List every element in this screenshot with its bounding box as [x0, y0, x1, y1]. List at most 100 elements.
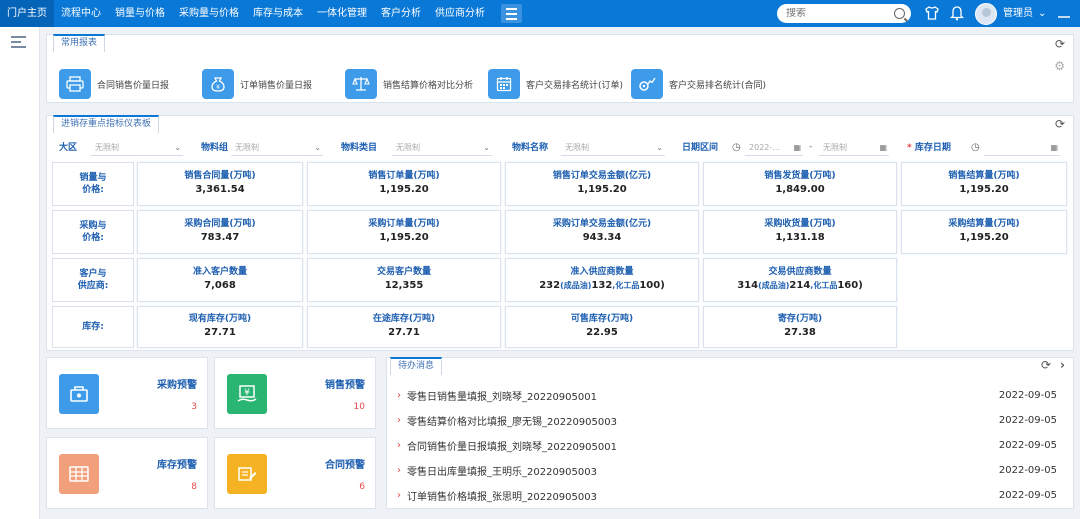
metric-card[interactable]: 采购订单交易金额(亿元) 943.34 [505, 210, 699, 254]
metric-title: 寄存(万吨) [777, 314, 823, 324]
metric-value: 232 [539, 280, 561, 291]
chevron-down-icon[interactable]: ⌄ [1038, 0, 1046, 27]
todo-item[interactable]: › 合同销售价量日报填报_刘晓琴_20220905001 2022-09-05 [397, 434, 1057, 456]
row-label-customer-supplier: 客户与 供应商: [52, 258, 134, 302]
svg-text:¥: ¥ [216, 84, 220, 91]
minimize-icon[interactable] [1057, 4, 1071, 25]
warning-card-sales[interactable]: ¥ 销售预警 10 [214, 357, 376, 429]
refresh-icon[interactable]: ⟳ [1055, 37, 1065, 51]
todo-panel: 待办消息 ⟳ › › 零售日销售量填报_刘晓琴_20220905001 2022-0… [386, 357, 1074, 509]
metric-card[interactable]: 可售库存(万吨) 22.95 [505, 306, 699, 348]
chevron-right-icon: › [397, 389, 401, 401]
chevron-down-icon: ⌄ [483, 143, 490, 152]
metric-card[interactable]: 交易客户数量 12,355 [307, 258, 501, 302]
metric-title: 准入供应商数量 [570, 267, 634, 277]
chevron-right-icon: › [397, 489, 401, 501]
metric-sub-label: (成品油) [560, 281, 592, 290]
row-label-line: 价格: [82, 233, 104, 243]
todo-item[interactable]: › 零售日销售量填报_刘晓琴_20220905001 2022-09-05 [397, 384, 1057, 406]
search-box [777, 4, 911, 23]
warning-count: 6 [359, 482, 365, 492]
metric-sub-label: ,化工品 [612, 281, 640, 290]
metric-card[interactable]: 采购收货量(万吨) 1,131.18 [703, 210, 897, 254]
tab-dashboard[interactable]: 进销存重点指标仪表板 [53, 115, 160, 133]
warning-card-purchase[interactable]: 采购预警 3 [46, 357, 208, 429]
svg-text:¥: ¥ [244, 388, 250, 398]
material-name-select[interactable]: 无限制 ⌄ [561, 140, 665, 156]
date-range-separator: - [809, 142, 813, 152]
nav-item-purchase-price[interactable]: 采购量与价格 [172, 0, 246, 27]
filter-label-region: 大区 [59, 143, 78, 153]
sidebar-toggle-icon[interactable] [11, 36, 26, 48]
tab-todo[interactable]: 待办消息 [390, 357, 443, 375]
metric-title: 采购收货量(万吨) [764, 219, 836, 229]
refresh-icon[interactable]: ⟳ [1055, 117, 1065, 131]
metric-card[interactable]: 销售订单量(万吨) 1,195.20 [307, 162, 501, 206]
date-start-input[interactable]: 2022-... ▦ [745, 140, 803, 156]
more-menu-button[interactable] [501, 4, 522, 23]
search-icon[interactable] [894, 8, 905, 19]
refresh-icon[interactable]: ⟳ [1041, 358, 1051, 372]
metric-card[interactable]: 销售发货量(万吨) 1,849.00 [703, 162, 897, 206]
report-customer-rank-contract[interactable]: 客户交易排名统计(合同) [631, 69, 766, 99]
top-navigation-bar: 门户主页 流程中心 销量与价格 采购量与价格 库存与成本 一体化管理 客户分析 … [0, 0, 1080, 27]
search-input[interactable] [786, 8, 886, 19]
chevron-down-icon: ⌄ [314, 143, 321, 152]
metric-title: 采购订单交易金额(亿元) [552, 219, 652, 229]
chevron-right-icon[interactable]: › [1060, 358, 1065, 372]
nav-item-supplier-analysis[interactable]: 供应商分析 [428, 0, 492, 27]
warning-card-contract[interactable]: 合同预警 6 [214, 437, 376, 509]
settings-gear-icon[interactable]: ⚙ [1054, 59, 1065, 73]
metric-card[interactable]: 采购订单量(万吨) 1,195.20 [307, 210, 501, 254]
bell-icon[interactable] [949, 5, 965, 26]
chevron-right-icon: › [397, 414, 401, 426]
gear-chart-icon [631, 69, 663, 99]
region-select[interactable]: 无限制 ⌄ [91, 140, 183, 156]
region-select-value: 无限制 [95, 143, 119, 152]
metric-card[interactable]: 寄存(万吨) 27.38 [703, 306, 897, 348]
metric-title: 交易客户数量 [376, 267, 431, 277]
todo-date: 2022-09-05 [998, 389, 1057, 401]
material-group-select[interactable]: 无限制 ⌄ [231, 140, 323, 156]
metric-card[interactable]: 采购合同量(万吨) 783.47 [137, 210, 303, 254]
report-order-sales-daily[interactable]: ¥ 订单销售价量日报 [202, 69, 312, 99]
avatar[interactable] [975, 3, 997, 25]
tab-common-reports[interactable]: 常用报表 [53, 34, 106, 52]
metric-value: 12,355 [384, 280, 424, 291]
metric-title: 可售库存(万吨) [570, 314, 634, 324]
metric-card[interactable]: 交易供应商数量 314(成品油)214,化工品160) [703, 258, 897, 302]
shirt-icon[interactable] [924, 5, 940, 26]
filter-label-material-name: 物料名称 [512, 143, 549, 153]
metric-card[interactable]: 准入供应商数量 232(成品油)132,化工品100) [505, 258, 699, 302]
material-category-select[interactable]: 无限制 ⌄ [392, 140, 492, 156]
nav-item-integrated-mgmt[interactable]: 一体化管理 [310, 0, 374, 27]
nav-item-home[interactable]: 门户主页 [0, 0, 54, 27]
metric-card[interactable]: 准入客户数量 7,068 [137, 258, 303, 302]
todo-item[interactable]: › 零售日出库量填报_王明乐_20220905003 2022-09-05 [397, 459, 1057, 481]
report-customer-rank-order[interactable]: 客户交易排名统计(订单) [488, 69, 623, 99]
metric-card[interactable]: 销售结算量(万吨) 1,195.20 [901, 162, 1067, 206]
nav-item-process-center[interactable]: 流程中心 [54, 0, 108, 27]
metric-value: 214 [789, 280, 811, 291]
metric-card[interactable]: 销售订单交易金额(亿元) 1,195.20 [505, 162, 699, 206]
todo-item[interactable]: › 零售结算价格对比填报_廖无锡_20220905003 2022-09-05 [397, 409, 1057, 431]
report-contract-sales-daily[interactable]: 合同销售价量日报 [59, 69, 169, 99]
date-end-input[interactable]: 无限制 ▦ [819, 140, 889, 156]
metric-card[interactable]: 销售合同量(万吨) 3,361.54 [137, 162, 303, 206]
chevron-down-icon: ⌄ [174, 143, 181, 152]
metric-card[interactable]: 采购结算量(万吨) 1,195.20 [901, 210, 1067, 254]
todo-item[interactable]: › 订单销售价格填报_张思明_20220905003 2022-09-05 [397, 484, 1057, 506]
todo-text: 合同销售价量日报填报_刘晓琴_20220905001 [407, 441, 617, 453]
stock-date-input[interactable]: ▦ [984, 140, 1060, 156]
metric-card[interactable]: 在途库存(万吨) 27.71 [307, 306, 501, 348]
metric-title: 采购结算量(万吨) [948, 219, 1020, 229]
nav-item-customer-analysis[interactable]: 客户分析 [374, 0, 428, 27]
nav-item-inventory-cost[interactable]: 库存与成本 [246, 0, 310, 27]
nav-item-sales-price[interactable]: 销量与价格 [108, 0, 172, 27]
metric-card[interactable]: 现有库存(万吨) 27.71 [137, 306, 303, 348]
metric-title: 现有库存(万吨) [188, 314, 252, 324]
warning-card-inventory[interactable]: 库存预警 8 [46, 437, 208, 509]
user-name[interactable]: 管理员 [1003, 0, 1033, 27]
row-label-sales: 销量与 价格: [52, 162, 134, 206]
report-sales-settlement-compare[interactable]: 销售结算价格对比分析 [345, 69, 473, 99]
